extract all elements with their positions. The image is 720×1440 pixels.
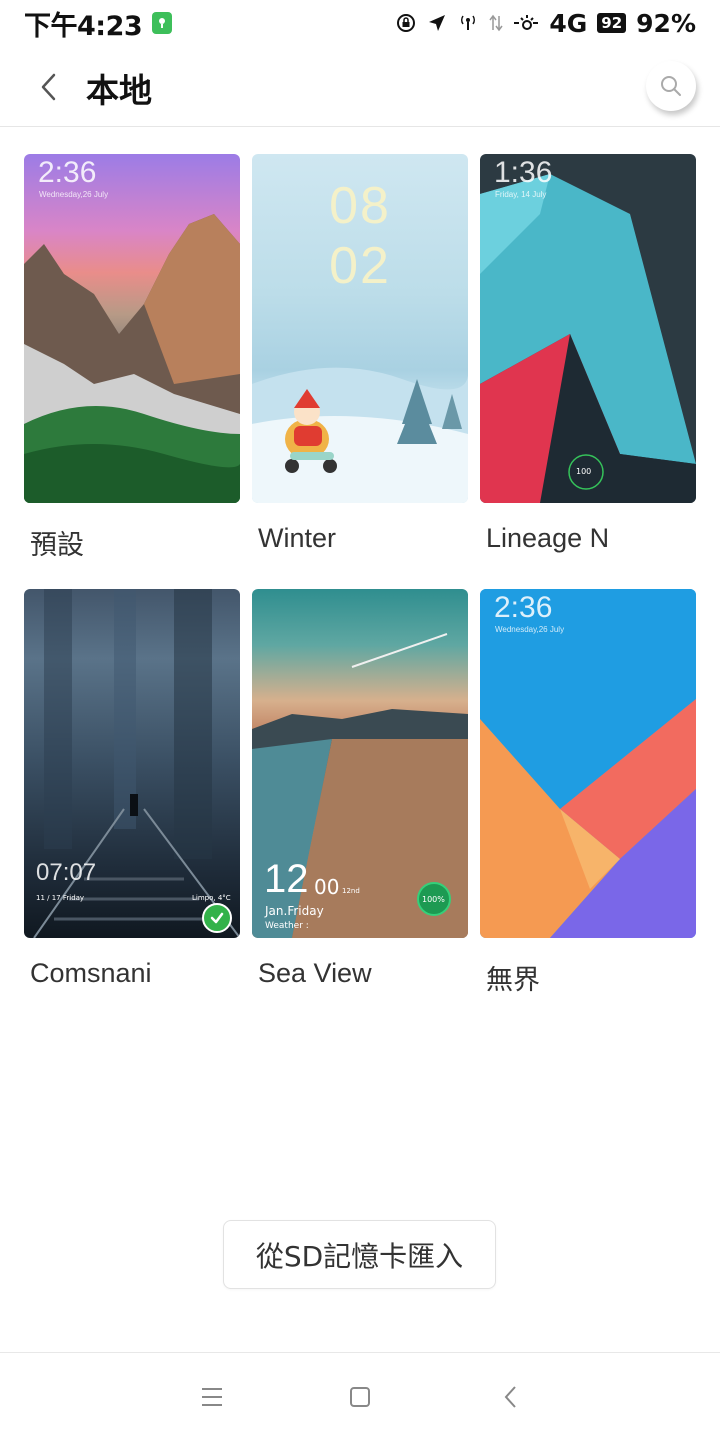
thumb-clock: 07:07 <box>36 859 97 886</box>
selected-check-icon <box>202 903 232 933</box>
menu-icon <box>202 1388 222 1406</box>
theme-name: 預設 <box>30 530 84 560</box>
theme-thumbnail[interactable]: 2:36 Wednesday,26 July <box>24 154 240 503</box>
page-title: 本地 <box>86 71 152 110</box>
navigation-bar <box>0 1353 720 1440</box>
theme-thumbnail[interactable]: 07:07 11 / 17 Friday Limpo, 4°C <box>24 589 240 938</box>
status-right: 4G 92 92% <box>395 9 696 38</box>
thumb-weather: Limpo, 4°C <box>192 894 231 902</box>
signal-icon <box>513 12 539 34</box>
back-button[interactable] <box>30 68 68 106</box>
theme-card-lineage-n[interactable]: 1:36 Friday, 14 July 100 Lineage N <box>480 154 696 554</box>
home-icon <box>350 1387 370 1407</box>
chevron-left-icon <box>41 73 56 101</box>
thumb-clock-small: 00 <box>314 875 340 899</box>
thumb-date: Jan.Friday <box>265 904 324 918</box>
menu-button[interactable] <box>196 1381 228 1413</box>
thumb-date: 11 / 17 Friday <box>36 894 85 902</box>
back-icon <box>504 1386 516 1408</box>
thumb-date: Wednesday,26 July <box>39 190 109 199</box>
thumb-weather: Weather : <box>265 921 309 931</box>
theme-card-winter[interactable]: 08 02 Winter <box>252 154 468 554</box>
status-bar: 下午4:23 4G 92 92% <box>0 0 720 46</box>
winter-clock-minute: 02 <box>329 237 391 295</box>
mountain-illustration <box>24 214 240 503</box>
location-arrow-icon <box>427 13 447 33</box>
winter-clock-hour: 08 <box>329 177 391 235</box>
title-bar: 本地 <box>0 48 720 126</box>
theme-thumbnail[interactable]: 08 02 <box>252 154 468 503</box>
theme-card-sea-view[interactable]: 12 00 12nd Jan.Friday Weather : 100% Sea… <box>252 589 468 989</box>
app-badge-icon <box>152 12 173 34</box>
data-arrows-icon <box>489 12 503 34</box>
theme-thumbnail[interactable]: 1:36 Friday, 14 July 100 <box>480 154 696 503</box>
theme-thumbnail[interactable]: 2:36 Wednesday,26 July <box>480 589 696 938</box>
lineage-illustration <box>480 174 696 503</box>
theme-name: Sea View <box>258 958 372 988</box>
thumb-clock: 2:36 <box>38 156 97 189</box>
hotspot-icon <box>457 12 479 34</box>
thumb-date: Friday, 14 July <box>495 190 547 199</box>
thumb-battery-ring: 100% <box>422 895 445 904</box>
battery-icon: 92 <box>597 13 627 33</box>
thumb-day-suffix: 12nd <box>342 887 360 895</box>
theme-name: Lineage N <box>486 523 610 553</box>
import-from-sd-button[interactable]: 從SD記憶卡匯入 <box>223 1220 496 1289</box>
search-icon <box>661 76 681 96</box>
thumb-clock: 2:36 <box>494 591 553 624</box>
thumb-clock: 1:36 <box>494 156 553 189</box>
theme-card-wujie[interactable]: 2:36 Wednesday,26 July 無界 <box>480 589 696 997</box>
status-left: 下午4:23 <box>24 4 173 43</box>
thumb-date: Wednesday,26 July <box>495 625 565 634</box>
header-divider <box>0 126 720 127</box>
thumb-ring-value: 100 <box>576 467 592 476</box>
thumb-clock: 12 <box>264 857 309 901</box>
theme-name: Winter <box>258 523 337 553</box>
rotation-lock-icon <box>395 12 417 34</box>
theme-card-default[interactable]: 2:36 Wednesday,26 July 預設 <box>24 154 240 562</box>
battery-percent: 92% <box>636 8 696 38</box>
geometric-illustration <box>480 589 696 938</box>
network-type: 4G <box>549 8 588 38</box>
home-button[interactable] <box>344 1381 376 1413</box>
theme-name: Comsnani <box>30 958 152 988</box>
theme-name: 無界 <box>486 965 540 995</box>
theme-thumbnail[interactable]: 12 00 12nd Jan.Friday Weather : 100% <box>252 589 468 938</box>
status-time: 下午4:23 <box>24 10 143 42</box>
theme-card-comsnani[interactable]: 07:07 11 / 17 Friday Limpo, 4°C Comsnani <box>24 589 240 989</box>
back-nav-button[interactable] <box>495 1381 527 1413</box>
search-button[interactable] <box>646 61 696 111</box>
